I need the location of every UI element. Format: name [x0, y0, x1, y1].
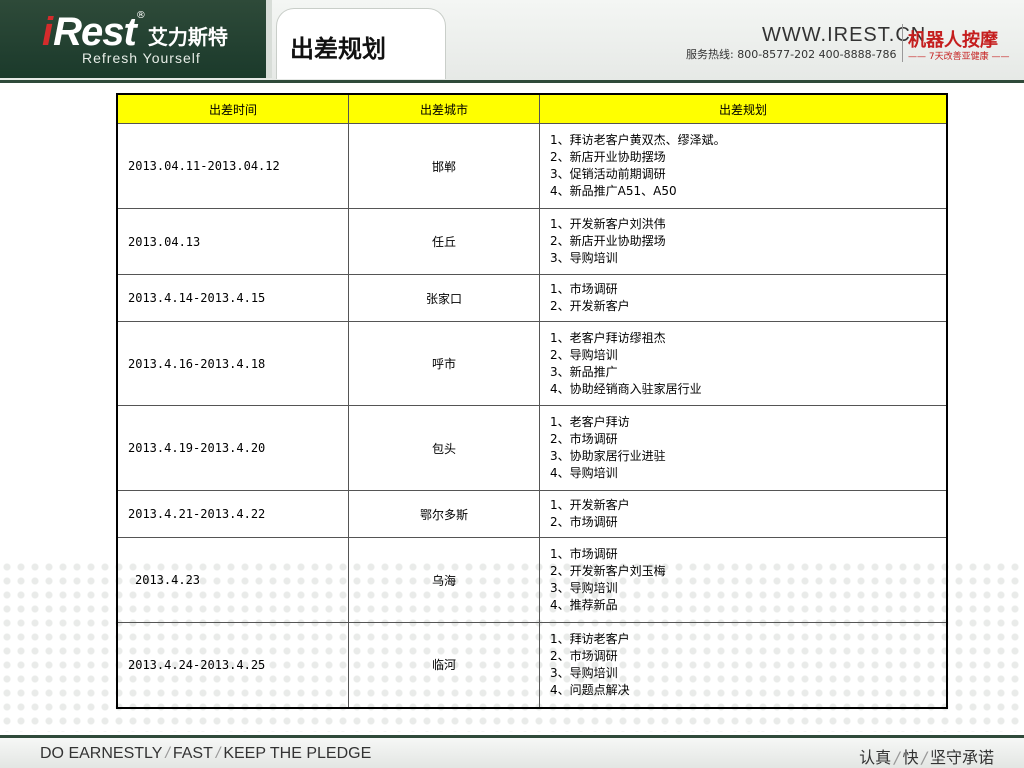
plan-item: 1、拜访老客户 — [550, 631, 630, 646]
footer-motto-cn: 认真 / 快 / 坚守承诺 — [859, 744, 994, 768]
logo-letter-i: i — [42, 10, 54, 54]
plan-item: 4、问题点解决 — [550, 682, 630, 697]
table-body: 2013.04.11-2013.04.12 邯郸 1、拜访老客户黄双杰、缪泽斌。 2、… — [116, 123, 948, 708]
cell-travel-date: 2013.4.19-2013.4.20 — [116, 405, 349, 491]
cell-travel-city: 邯郸 — [348, 123, 540, 209]
logo-wordmark: i Rest ® 艾力斯特 — [42, 8, 228, 52]
motto-earnestly: DO EARNESTLY — [40, 745, 163, 762]
motto-cn-earnest: 认真 — [859, 748, 892, 767]
plan-item: 3、协助家居行业进驻 — [550, 449, 666, 463]
motto-cn-pledge: 坚守承诺 — [929, 748, 994, 767]
table-row: 2013.4.14-2013.4.15 张家口 1、市场调研 2、开发新客户 — [116, 274, 948, 322]
brand-subslogan: —— 7天改善亚健康 —— — [908, 52, 1010, 62]
plan-item: 1、市场调研 — [550, 547, 618, 561]
logo-rest: Rest — [53, 10, 137, 54]
plan-item: 1、开发新客户 — [550, 498, 630, 512]
header-bar: i Rest ® 艾力斯特 Refresh Yourself 出差规划 WWW.IRE… — [0, 0, 1024, 83]
plan-item: 3、导购培训 — [550, 665, 618, 680]
cell-travel-city: 张家口 — [348, 274, 540, 322]
motto-cn-fast: 快 — [902, 748, 919, 767]
cell-travel-city: 任丘 — [348, 208, 540, 275]
plan-item: 2、导购培训 — [550, 347, 618, 362]
cell-travel-date: 2013.04.13 — [116, 208, 349, 275]
plan-item: 1、开发新客户刘洪伟 — [550, 217, 666, 231]
cell-travel-city: 包头 — [348, 405, 540, 491]
logo: i Rest ® 艾力斯特 Refresh Yourself — [0, 0, 272, 78]
cell-travel-plan: 1、拜访老客户黄双杰、缪泽斌。 2、新店开业协助摆场 3、促销活动前期调研 4、新品推… — [539, 123, 948, 209]
motto-fast: FAST — [172, 745, 213, 762]
footer-motto-en: DO EARNESTLY / FAST / KEEP THE PLEDGE — [40, 745, 371, 763]
plan-item: 3、促销活动前期调研 — [550, 167, 666, 181]
cell-travel-date: 2013.4.24-2013.4.25 — [116, 622, 349, 708]
table-row: 2013.4.16-2013.4.18 呼市 1、老客户拜访缪祖杰 2、导购培训 3、新… — [116, 321, 948, 406]
motto-separator: / — [894, 748, 900, 767]
cell-travel-plan: 1、拜访老客户 2、市场调研 3、导购培训 4、问题点解决 — [539, 622, 948, 708]
motto-separator: / — [215, 745, 221, 762]
plan-item: 2、开发新客户 — [550, 299, 630, 313]
motto-separator: / — [921, 748, 927, 767]
plan-item: 2、市场调研 — [550, 515, 618, 529]
cell-travel-city: 鄂尔多斯 — [348, 490, 540, 538]
cell-travel-city: 呼市 — [348, 321, 540, 406]
cell-travel-plan: 1、开发新客户刘洪伟 2、新店开业协助摆场 3、导购培训 — [539, 208, 948, 275]
cell-travel-plan: 1、开发新客户 2、市场调研 — [539, 490, 948, 538]
plan-item: 4、协助经销商入驻家居行业 — [550, 381, 702, 396]
table-row: 2013.4.23 乌海 1、市场调研 2、开发新客户刘玉梅 3、导购培训 4、推荐新品 — [116, 537, 948, 623]
plan-item: 1、市场调研 — [550, 282, 618, 296]
cell-travel-city: 临河 — [348, 622, 540, 708]
cell-travel-plan: 1、市场调研 2、开发新客户刘玉梅 3、导购培训 4、推荐新品 — [539, 537, 948, 623]
header-travel-city: 出差城市 — [348, 93, 540, 124]
header-travel-time: 出差时间 — [116, 93, 349, 124]
table-row: 2013.4.21-2013.4.22 鄂尔多斯 1、开发新客户 2、市场调研 — [116, 490, 948, 538]
plan-item: 2、新店开业协助摆场 — [550, 150, 666, 164]
motto-separator: / — [165, 745, 170, 762]
cell-travel-date: 2013.4.23 — [116, 537, 349, 623]
cell-travel-date: 2013.04.11-2013.04.12 — [116, 123, 349, 209]
table-header-row: 出差时间 出差城市 出差规划 — [116, 93, 948, 124]
plan-item: 4、新品推广A51、A50 — [550, 184, 677, 198]
plan-item: 1、老客户拜访 — [550, 415, 630, 429]
logo-chinese-name: 艾力斯特 — [147, 25, 228, 49]
registered-mark: ® — [135, 10, 146, 21]
service-hotline: 服务热线: 800-8577-202 400-8888-786 — [686, 48, 897, 61]
plan-item: 2、市场调研 — [550, 432, 618, 446]
footer-bar: DO EARNESTLY / FAST / KEEP THE PLEDGE 认真 / 快 / 坚… — [0, 735, 1024, 768]
plan-item: 3、新品推广 — [550, 364, 618, 379]
plan-item: 3、导购培训 — [550, 251, 618, 265]
travel-plan-table: 出差时间 出差城市 出差规划 2013.04.11-2013.04.12 邯郸 1、… — [116, 93, 948, 709]
cell-travel-date: 2013.4.21-2013.4.22 — [116, 490, 349, 538]
cell-travel-date: 2013.4.16-2013.4.18 — [116, 321, 349, 406]
cell-travel-plan: 1、老客户拜访缪祖杰 2、导购培训 3、新品推广 4、协助经销商入驻家居行业 — [539, 321, 948, 406]
cell-travel-city: 乌海 — [348, 537, 540, 623]
plan-item: 4、推荐新品 — [550, 598, 618, 612]
travel-plan-table-wrapper: 出差时间 出差城市 出差规划 2013.04.11-2013.04.12 邯郸 1、… — [116, 93, 948, 709]
plan-item: 2、新店开业协助摆场 — [550, 234, 666, 248]
table-row: 2013.4.19-2013.4.20 包头 1、老客户拜访 2、市场调研 3、协助家居… — [116, 405, 948, 491]
cell-travel-plan: 1、市场调研 2、开发新客户 — [539, 274, 948, 322]
table-row: 2013.04.13 任丘 1、开发新客户刘洪伟 2、新店开业协助摆场 3、导购培训 — [116, 208, 948, 275]
cell-travel-plan: 1、老客户拜访 2、市场调研 3、协助家居行业进驻 4、导购培训 — [539, 405, 948, 491]
table-row: 2013.4.24-2013.4.25 临河 1、拜访老客户 2、市场调研 3、导购培训… — [116, 622, 948, 708]
motto-pledge: KEEP THE PLEDGE — [223, 745, 372, 762]
page-title: 出差规划 — [290, 35, 386, 63]
plan-item: 1、老客户拜访缪祖杰 — [550, 330, 666, 345]
plan-item: 2、开发新客户刘玉梅 — [550, 564, 666, 578]
logo-tagline: Refresh Yourself — [82, 50, 201, 66]
header-travel-plan: 出差规划 — [539, 93, 948, 124]
plan-item: 3、导购培训 — [550, 581, 618, 595]
cell-travel-date: 2013.4.14-2013.4.15 — [116, 274, 349, 322]
header-divider — [902, 24, 903, 62]
plan-item: 2、市场调研 — [550, 648, 618, 663]
plan-item: 4、导购培训 — [550, 466, 618, 480]
table-row: 2013.04.11-2013.04.12 邯郸 1、拜访老客户黄双杰、缪泽斌。 2、… — [116, 123, 948, 209]
plan-item: 1、拜访老客户黄双杰、缪泽斌。 — [550, 133, 726, 147]
